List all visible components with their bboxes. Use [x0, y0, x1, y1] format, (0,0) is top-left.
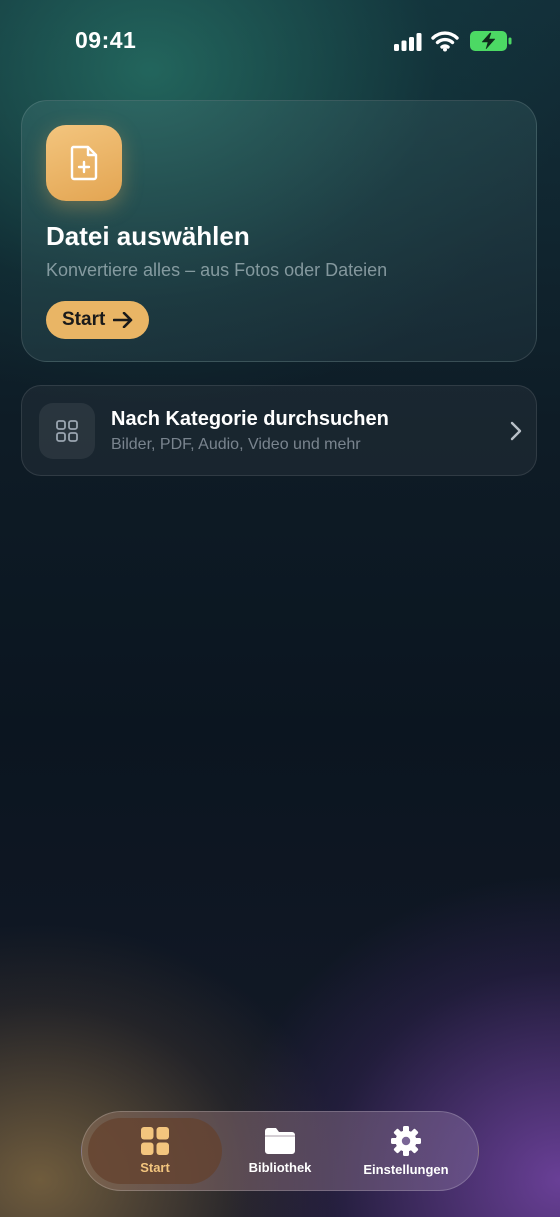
wifi-icon: [431, 31, 459, 52]
tab-start[interactable]: Start: [88, 1118, 222, 1184]
browse-category-row[interactable]: Nach Kategorie durchsuchen Bilder, PDF, …: [21, 385, 537, 476]
arrow-right-icon: [113, 312, 133, 328]
tab-label: Einstellungen: [363, 1162, 449, 1177]
grid-icon: [141, 1127, 169, 1155]
tab-label: Bibliothek: [248, 1160, 312, 1175]
gear-icon: [391, 1126, 421, 1156]
grid-icon: [39, 403, 95, 459]
status-time: 09:41: [75, 27, 137, 53]
chevron-right-icon: [510, 421, 522, 441]
tab-einstellungen[interactable]: Einstellungen: [344, 1118, 468, 1184]
battery-charging-icon: [470, 31, 512, 51]
category-subtitle: Bilder, PDF, Audio, Video und mehr: [111, 436, 361, 453]
tab-label: Start: [140, 1160, 170, 1175]
signal-icon: [394, 33, 422, 51]
file-plus-icon: [46, 125, 122, 201]
category-title: Nach Kategorie durchsuchen: [111, 408, 389, 430]
status-bar: 09:41: [0, 0, 560, 84]
tab-bar: Start Bibliothek Einstellungen: [81, 1111, 479, 1191]
card-title: Datei auswählen: [46, 221, 250, 251]
file-select-card[interactable]: Datei auswählen Konvertiere alles – aus …: [21, 100, 537, 362]
folder-icon: [265, 1128, 295, 1154]
start-button-label: Start: [62, 309, 106, 330]
start-button[interactable]: Start: [46, 301, 150, 339]
tab-bibliothek[interactable]: Bibliothek: [222, 1118, 338, 1184]
card-subtitle: Konvertiere alles – aus Fotos oder Datei…: [46, 260, 388, 280]
